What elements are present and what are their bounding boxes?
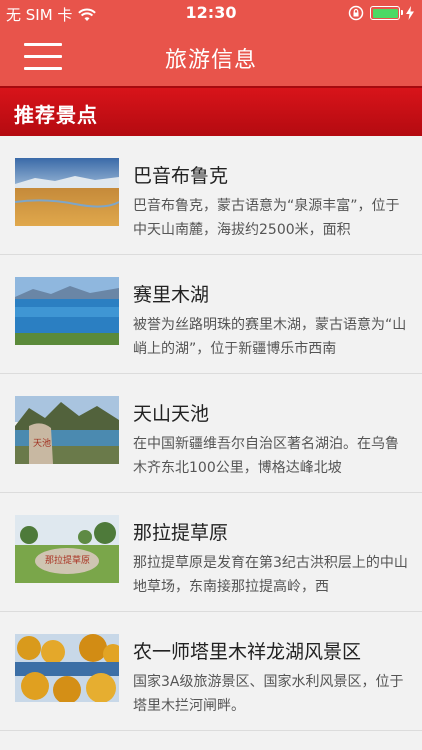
navigation-bar: 旅游信息 [0,28,422,86]
attraction-description: 被誉为丝路明珠的赛里木湖，蒙古语意为“山峭上的湖”，位于新疆博乐市西南 [133,317,407,357]
attraction-title: 农一师塔里木祥龙湖风景区 [133,641,362,663]
svg-text:天池: 天池 [33,437,51,449]
attraction-thumbnail: 那拉提草原 [15,515,119,583]
section-header: 推荐景点 [0,86,422,136]
attraction-thumbnail: 天池 [15,396,119,464]
charging-icon [406,6,414,20]
list-item[interactable]: 农一师塔里木祥龙湖风景区 国家3A级旅游景区、国家水利风景区，位于塔里木拦河闸畔… [0,612,422,731]
attraction-list: 巴音布鲁克 巴音布鲁克，蒙古语意为“泉源丰富”，位于中天山南麓，海拔约2500米… [0,136,422,731]
list-item[interactable]: 那拉提草原 那拉提草原 那拉提草原是发育在第3纪古洪积层上的中山地草场，东南接那… [0,493,422,612]
attraction-thumbnail [15,634,119,702]
attraction-title: 巴音布鲁克 [133,165,229,187]
status-bar: 无 SIM 卡 12:30 [0,0,422,28]
list-item[interactable]: 赛里木湖 被誉为丝路明珠的赛里木湖，蒙古语意为“山峭上的湖”，位于新疆博乐市西南 [0,255,422,374]
page-title: 旅游信息 [164,48,257,73]
orientation-lock-icon [348,5,364,21]
battery-icon [370,6,403,20]
attraction-description: 那拉提草原是发育在第3纪古洪积层上的中山地草场，东南接那拉提高岭，西 [133,555,408,595]
attraction-title: 赛里木湖 [133,284,210,306]
list-item[interactable]: 巴音布鲁克 巴音布鲁克，蒙古语意为“泉源丰富”，位于中天山南麓，海拔约2500米… [0,136,422,255]
battery-fill [372,8,398,18]
status-indicators [348,5,414,21]
section-title: 推荐景点 [14,103,98,127]
attraction-thumbnail [15,277,119,345]
list-item[interactable]: 天池 天山天池 在中国新疆维吾尔自治区著名湖泊。在乌鲁木齐东北100公里，博格达… [0,374,422,493]
svg-text:那拉提草原: 那拉提草原 [45,554,90,566]
attraction-description: 在中国新疆维吾尔自治区著名湖泊。在乌鲁木齐东北100公里，博格达峰北坡 [133,436,399,476]
attraction-description: 国家3A级旅游景区、国家水利风景区，位于塔里木拦河闸畔。 [133,674,404,714]
attraction-title: 天山天池 [133,403,210,425]
attraction-title: 那拉提草原 [133,522,229,544]
attraction-thumbnail [15,158,119,226]
attraction-description: 巴音布鲁克，蒙古语意为“泉源丰富”，位于中天山南麓，海拔约2500米，面积 [133,198,400,238]
